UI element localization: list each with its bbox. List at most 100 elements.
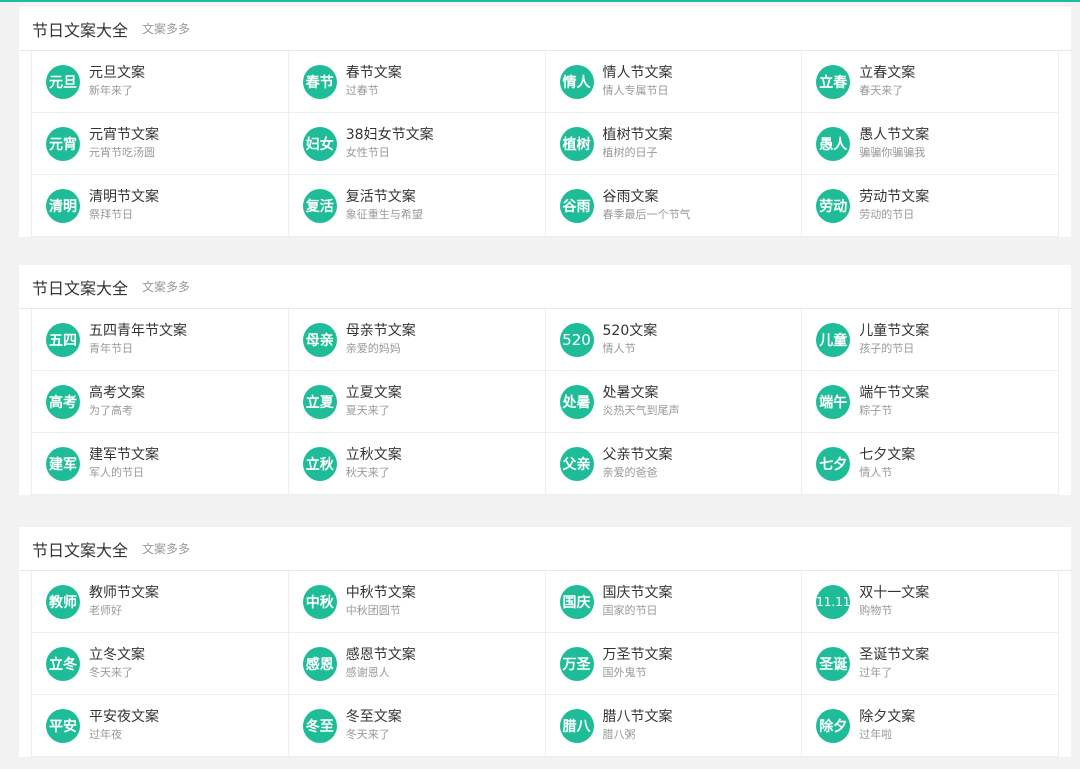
festival-item[interactable]: 七夕 七夕文案 情人节	[802, 433, 1059, 495]
festival-item-desc: 国外鬼节	[602, 666, 647, 679]
festival-item-name[interactable]: 清明节文案	[89, 188, 159, 206]
festival-badge-icon: 元宵	[46, 126, 80, 161]
festival-item[interactable]: 520 520文案 情人节	[545, 309, 803, 371]
festival-item-desc: 中秋团圆节	[345, 604, 401, 617]
festival-item-name[interactable]: 38妇女节文案	[346, 126, 434, 144]
festival-item-desc: 情人专属节日	[602, 84, 669, 97]
festival-item-name[interactable]: 中秋节文案	[346, 584, 416, 602]
festival-item[interactable]: 冬至 冬至文案冬天来了	[288, 695, 546, 757]
festival-badge-icon: 圣诞	[816, 646, 851, 681]
festival-item-name[interactable]: 教师节文案	[89, 584, 159, 602]
festival-item-desc: 春天来了	[859, 84, 904, 97]
festival-item-name[interactable]: 植树节文案	[603, 126, 673, 144]
festival-item-name[interactable]: 情人节文案	[603, 64, 673, 82]
festival-item-name[interactable]: 除夕文案	[859, 708, 915, 726]
festival-item[interactable]: 11.11 双十一文案 购物节	[802, 571, 1059, 633]
festival-item[interactable]: 母亲 母亲节文案 亲爱的妈妈	[288, 309, 546, 371]
festival-item[interactable]: 父亲 父亲节文案 亲爱的爸爸	[545, 433, 803, 495]
festival-item-text: 双十一文案 购物节	[859, 584, 929, 619]
festival-item[interactable]: 万圣 万圣节文案 国外鬼节	[545, 633, 803, 695]
festival-item[interactable]: 立夏 立夏文案 夏天来了	[288, 371, 546, 433]
festival-item-name[interactable]: 儿童节文案	[859, 322, 929, 340]
festival-item[interactable]: 复活 复活节文案 象征重生与希望	[288, 175, 546, 237]
festival-item-text: 春节文案 过春节	[346, 64, 402, 99]
festival-item-name[interactable]: 立夏文案	[346, 384, 402, 402]
festival-item[interactable]: 圣诞 圣诞节文案 过年了	[802, 633, 1059, 695]
festival-item-name[interactable]: 双十一文案	[859, 584, 929, 602]
festival-item[interactable]: 植树 植树节文案 植树的日子	[545, 113, 803, 175]
festival-item[interactable]: 元宵 元宵节文案 元宵节吃汤圆	[32, 113, 289, 175]
festival-badge-icon: 高考	[46, 384, 80, 419]
festival-item-name[interactable]: 腊八节文案	[603, 708, 673, 726]
festival-item[interactable]: 腊八 腊八节文案 腊八粥	[545, 695, 803, 757]
festival-item-name[interactable]: 父亲节文案	[603, 446, 673, 464]
festival-item-name[interactable]: 建军节文案	[89, 446, 159, 464]
festival-badge-icon: 冬至	[302, 708, 337, 743]
festival-badge-icon: 国庆	[559, 584, 594, 619]
festival-item[interactable]: 元旦 元旦文案 新年来了	[32, 51, 289, 113]
festival-item[interactable]: 除夕 除夕文案 过年啦	[802, 695, 1059, 757]
festival-item-name[interactable]: 冬至文案	[346, 708, 402, 726]
festival-grid: 元旦 元旦文案 新年来了 春节 春节文案 过春节 情人 情人节文案 情人专属节日 立春 立春文案 春天…	[31, 51, 1059, 237]
festival-item-name[interactable]: 立秋文案	[346, 446, 402, 464]
festival-item[interactable]: 立冬 立冬文案 冬天来了	[32, 633, 289, 695]
festival-item-desc: 购物节	[859, 604, 893, 617]
festival-item-name[interactable]: 感恩节文案	[346, 646, 416, 664]
festival-item-text: 建军节文案 军人的节日	[89, 446, 159, 481]
festival-item-name[interactable]: 高考文案	[89, 384, 145, 402]
festival-item[interactable]: 妇女 38妇女节文案 女性节日	[288, 113, 546, 175]
festival-item-desc: 冬天来了	[89, 666, 133, 679]
festival-item[interactable]: 教师 教师节文案 老师好	[32, 571, 289, 633]
festival-item-name[interactable]: 元旦文案	[89, 64, 145, 82]
festival-item-name[interactable]: 立冬文案	[89, 646, 145, 664]
festival-item[interactable]: 五四 五四青年节文案 青年节日	[32, 309, 289, 371]
festival-item-name[interactable]: 元宵节文案	[89, 126, 159, 144]
festival-item[interactable]: 高考 高考文案为了高考	[32, 371, 289, 433]
festival-item[interactable]: 处暑 处暑文案 炎热天气到尾声	[545, 371, 803, 433]
festival-badge-icon: 除夕	[816, 708, 851, 743]
festival-item[interactable]: 建军 建军节文案 军人的节日	[32, 433, 289, 495]
festival-item[interactable]: 感恩 感恩节文案 感谢恩人	[288, 633, 546, 695]
festival-item-name[interactable]: 端午节文案	[859, 384, 929, 402]
festival-item-desc: 新年来了	[89, 84, 133, 97]
festival-item-text: 立冬文案 冬天来了	[89, 646, 145, 681]
festival-item[interactable]: 春节 春节文案 过春节	[288, 51, 546, 113]
festival-item[interactable]: 劳动 劳动节文案 劳动的节日	[802, 175, 1059, 237]
festival-item-name[interactable]: 愚人节文案	[859, 126, 929, 144]
festival-item-name[interactable]: 520文案	[603, 322, 658, 340]
festival-item[interactable]: 谷雨 谷雨文案 春季最后一个节气	[545, 175, 803, 237]
festival-item-name[interactable]: 谷雨文案	[603, 188, 691, 206]
festival-item[interactable]: 中秋 中秋节文案 中秋团圆节	[288, 571, 546, 633]
festival-item[interactable]: 立春 立春文案 春天来了	[802, 51, 1059, 113]
festival-item-name[interactable]: 圣诞节文案	[859, 646, 929, 664]
festival-item-desc: 祭拜节日	[89, 208, 133, 221]
festival-item[interactable]: 情人 情人节文案 情人专属节日	[545, 51, 803, 113]
festival-item-desc: 为了高考	[89, 404, 133, 417]
festival-item-name[interactable]: 处暑文案	[603, 384, 680, 402]
festival-item[interactable]: 愚人 愚人节文案 骗骗你骗骗我	[802, 113, 1059, 175]
festival-item-text: 国庆节文案 国家的节日	[603, 584, 673, 619]
festival-item-name[interactable]: 国庆节文案	[603, 584, 673, 602]
festival-item[interactable]: 清明 清明节文案 祭拜节日	[32, 175, 289, 237]
festival-item-name[interactable]: 母亲节文案	[346, 322, 416, 340]
festival-item-text: 情人节文案情人专属节日	[603, 64, 673, 99]
festival-item[interactable]: 端午 端午节文案 粽子节	[802, 371, 1059, 433]
festival-item-name[interactable]: 春节文案	[346, 64, 402, 82]
festival-item[interactable]: 儿童 儿童节文案 孩子的节日	[802, 309, 1059, 371]
festival-item-text: 520文案 情人节	[603, 322, 658, 357]
festival-item[interactable]: 国庆 国庆节文案 国家的节日	[545, 571, 803, 633]
festival-badge-icon: 春节	[302, 64, 337, 99]
festival-item-name[interactable]: 复活节文案	[346, 188, 423, 206]
festival-item-name[interactable]: 万圣节文案	[603, 646, 673, 664]
festival-item-name[interactable]: 平安夜文案	[89, 708, 159, 726]
festival-item-text: 感恩节文案 感谢恩人	[346, 646, 416, 681]
festival-item-name[interactable]: 立春文案	[859, 64, 915, 82]
festival-item[interactable]: 立秋 立秋文案 秋天来了	[288, 433, 546, 495]
festival-item-desc: 冬天来了	[345, 728, 390, 741]
festival-item-text: 38妇女节文案 女性节日	[346, 126, 434, 161]
festival-item-text: 万圣节文案 国外鬼节	[603, 646, 673, 681]
festival-item-name[interactable]: 五四青年节文案	[89, 322, 187, 340]
festival-item-name[interactable]: 劳动节文案	[859, 188, 929, 206]
festival-item[interactable]: 平安 平安夜文案 过年夜	[32, 695, 289, 757]
festival-item-name[interactable]: 七夕文案	[859, 446, 915, 464]
